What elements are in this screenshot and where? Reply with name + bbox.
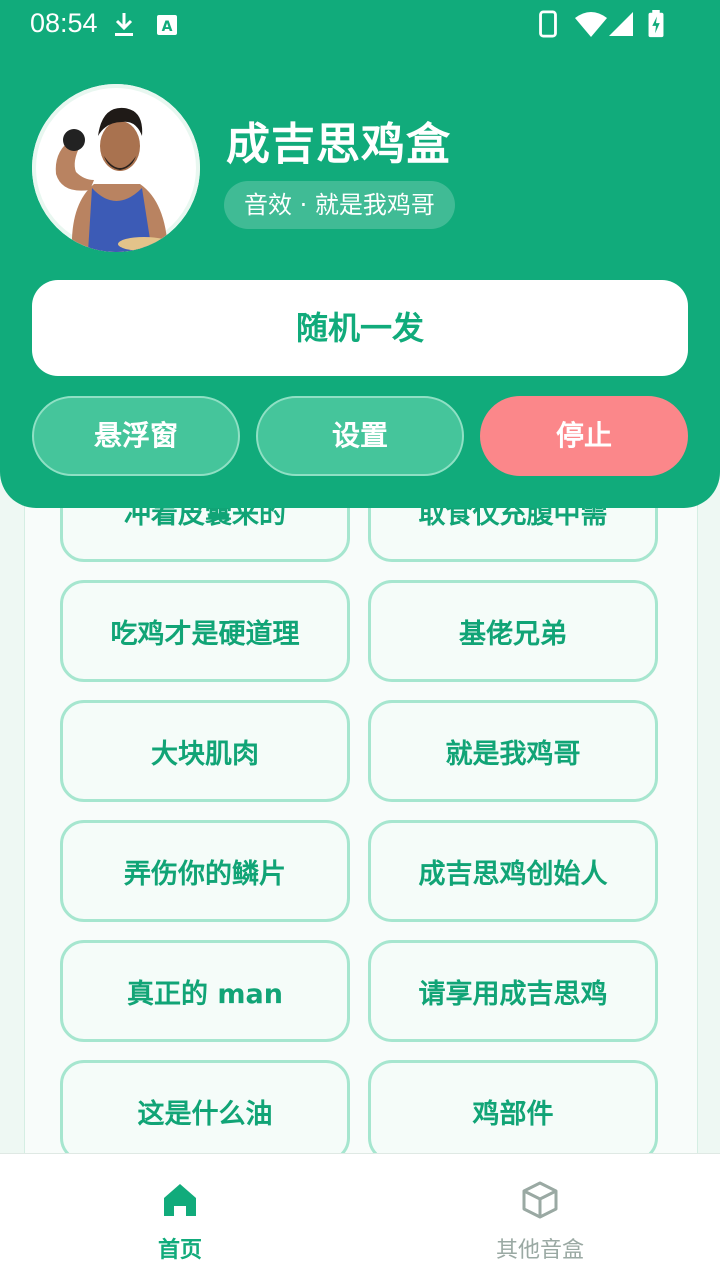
- keyboard-a-icon: A: [157, 15, 177, 35]
- nav-item-home[interactable]: 首页: [0, 1154, 360, 1281]
- sound-button[interactable]: 大块肌肉: [60, 700, 350, 802]
- app-title: 成吉思鸡盒: [226, 119, 451, 170]
- wifi-icon: [575, 12, 607, 37]
- sound-button[interactable]: 成吉思鸡创始人: [368, 820, 658, 922]
- avatar-image: [36, 88, 196, 252]
- floating-window-button[interactable]: 悬浮窗: [32, 396, 240, 476]
- nav-label-home: 首页: [157, 1238, 202, 1263]
- signal-icon: [609, 12, 633, 36]
- settings-button[interactable]: 设置: [256, 396, 464, 476]
- header: 08:54 A 成吉思鸡盒 音效 · 就是我鸡哥 随机一发 悬浮窗 设置 停止: [0, 0, 720, 508]
- sound-button[interactable]: 基佬兄弟: [368, 580, 658, 682]
- sound-button[interactable]: 请享用成吉思鸡: [368, 940, 658, 1042]
- random-play-button[interactable]: 随机一发: [32, 280, 688, 376]
- sound-button[interactable]: 这是什么油: [60, 1060, 350, 1162]
- svg-text:A: A: [162, 19, 173, 35]
- nav-label-other-boxes: 其他音盒: [495, 1238, 584, 1263]
- status-bar: 08:54 A: [0, 0, 720, 48]
- battery-charging-icon: [648, 10, 664, 38]
- sound-button[interactable]: 就是我鸡哥: [368, 700, 658, 802]
- sound-button[interactable]: 真正的 man: [60, 940, 350, 1042]
- box-icon: [522, 1181, 558, 1219]
- home-icon: [164, 1184, 196, 1216]
- status-time: 08:54: [30, 8, 98, 38]
- subtitle-badge: 音效 · 就是我鸡哥: [224, 181, 455, 229]
- sound-button[interactable]: 鸡部件: [368, 1060, 658, 1162]
- sound-button[interactable]: 弄伤你的鳞片: [60, 820, 350, 922]
- sound-grid-panel: [24, 460, 698, 1160]
- nav-item-other-boxes[interactable]: 其他音盒: [360, 1154, 720, 1281]
- avatar[interactable]: [32, 84, 200, 252]
- stop-button[interactable]: 停止: [480, 396, 688, 476]
- phone-icon: [539, 10, 557, 38]
- download-icon: [115, 13, 133, 36]
- bottom-navigation: 首页 其他音盒: [0, 1153, 720, 1281]
- sound-button[interactable]: 吃鸡才是硬道理: [60, 580, 350, 682]
